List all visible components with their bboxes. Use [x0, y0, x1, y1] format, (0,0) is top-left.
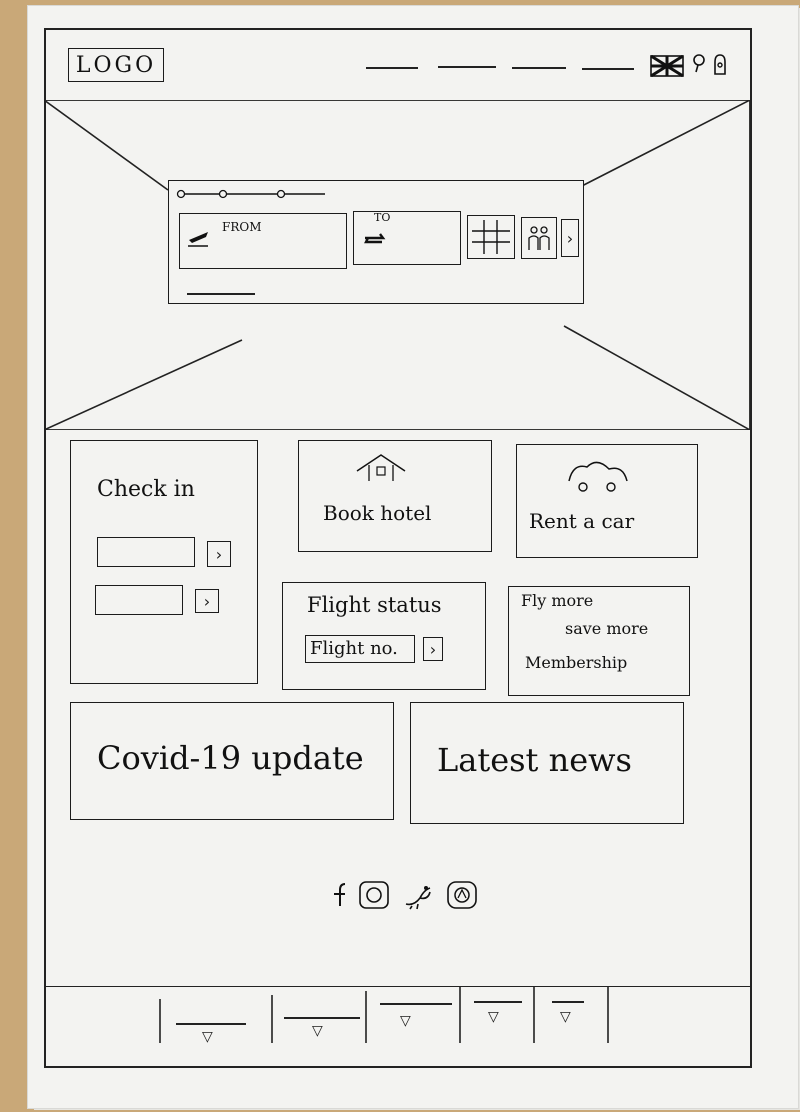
book-hotel-card[interactable]: Book hotel [298, 440, 492, 552]
hotel-title: Book hotel [323, 501, 432, 525]
checkin-title: Check in [97, 477, 195, 502]
chevron-down-icon: ▽ [202, 1029, 213, 1045]
footer-dropdown-2[interactable]: ▽ [276, 993, 364, 1041]
latest-news-card[interactable]: Latest news [410, 702, 684, 824]
footer-bar: ▽ ▽ ▽ ▽ ▽ [44, 986, 750, 1045]
membership-card[interactable]: Fly more save more Membership [508, 586, 690, 696]
search-flights-button[interactable]: › [561, 219, 579, 257]
passengers-icon [528, 226, 550, 250]
extra-options-link[interactable] [187, 293, 255, 295]
flight-number-input[interactable]: Flight no. [305, 635, 415, 663]
flight-status-title: Flight status [307, 593, 442, 617]
car-title: Rent a car [529, 509, 635, 533]
chevron-down-icon: ▽ [312, 1023, 323, 1039]
logo[interactable]: LOGO [68, 48, 164, 82]
covid-update-card[interactable]: Covid-19 update [70, 702, 394, 820]
last-name-input[interactable] [95, 585, 183, 615]
date-picker-button[interactable] [467, 215, 515, 259]
passengers-button[interactable] [521, 217, 557, 259]
checkin-card[interactable]: Check in › › [70, 440, 258, 684]
flight-status-card[interactable]: Flight status Flight no. › [282, 582, 486, 690]
rent-car-card[interactable]: Rent a car [516, 444, 698, 558]
calendar-icon [472, 220, 510, 254]
trip-type-selector[interactable] [175, 187, 335, 201]
nav-item-3[interactable] [512, 67, 566, 69]
chevron-right-icon: › [215, 544, 223, 564]
departure-plane-icon [186, 228, 212, 248]
to-label: TO [374, 211, 391, 224]
footer-dropdown-1[interactable]: ▽ [164, 993, 270, 1045]
checkin-submit-button-1[interactable]: › [207, 541, 231, 567]
other-social-icon[interactable] [446, 880, 478, 910]
membership-line3: Membership [525, 653, 628, 672]
from-field[interactable]: FROM [179, 213, 347, 269]
chevron-right-icon: › [429, 639, 437, 659]
membership-line2: save more [565, 619, 649, 638]
instagram-icon[interactable] [358, 880, 390, 910]
checkin-submit-button-2[interactable]: › [195, 589, 219, 613]
news-title: Latest news [437, 741, 632, 779]
twitter-icon[interactable] [402, 882, 434, 910]
flag-icon[interactable] [650, 55, 684, 77]
facebook-icon[interactable] [328, 880, 348, 908]
nav-item-1[interactable] [366, 67, 418, 69]
membership-line1: Fly more [521, 591, 594, 610]
search-icon[interactable] [692, 53, 706, 75]
from-label: FROM [222, 220, 262, 234]
nav-item-2[interactable] [438, 66, 496, 68]
lock-icon[interactable] [712, 52, 728, 76]
covid-title: Covid-19 update [97, 739, 364, 777]
car-icon [568, 461, 628, 492]
booking-reference-input[interactable] [97, 537, 195, 567]
chevron-right-icon: › [203, 591, 211, 611]
chevron-down-icon: ▽ [400, 1013, 411, 1029]
chevron-right-icon: › [566, 228, 574, 248]
arrival-plane-icon [362, 230, 388, 248]
hotel-icon [356, 454, 406, 481]
footer-dropdown-4[interactable]: ▽ [464, 991, 532, 1039]
to-field[interactable]: TO [353, 211, 461, 265]
chevron-down-icon: ▽ [560, 1009, 571, 1025]
flight-status-submit-button[interactable]: › [423, 637, 443, 661]
chevron-down-icon: ▽ [488, 1009, 499, 1025]
nav-item-4[interactable] [582, 68, 634, 70]
booking-widget: FROM TO › [168, 180, 584, 304]
footer-dropdown-5[interactable]: ▽ [538, 991, 606, 1039]
footer-dropdown-3[interactable]: ▽ [370, 991, 458, 1039]
